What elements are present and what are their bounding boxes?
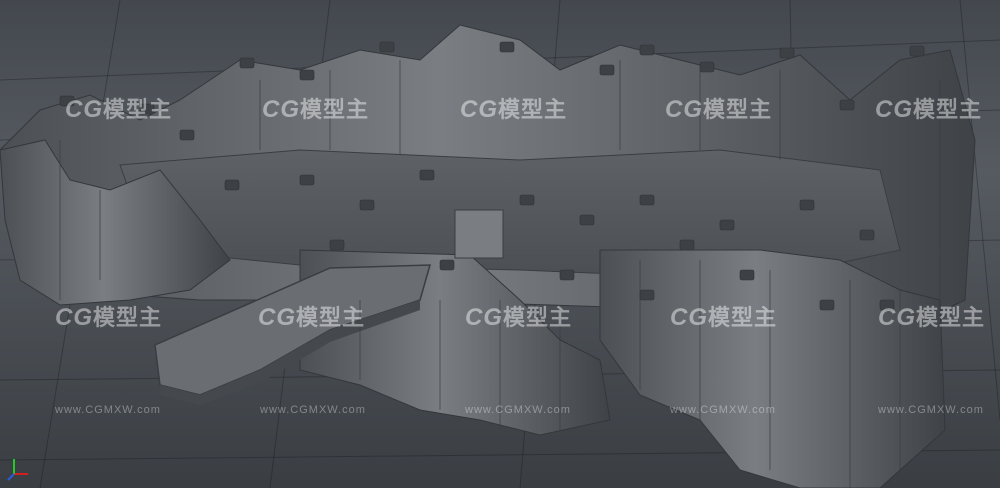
watermark-logo: CG模型主 <box>670 304 778 331</box>
watermark-url: www.CGMXW.com <box>55 404 161 416</box>
xyz-axis-icon <box>7 459 28 481</box>
watermark-logo: CG模型主 <box>878 304 986 331</box>
watermark-logo: CG模型主 <box>875 96 983 123</box>
watermark-url: www.CGMXW.com <box>670 404 776 416</box>
watermark-logo: CG模型主 <box>665 96 773 123</box>
watermark-url: www.CGMXW.com <box>260 404 366 416</box>
watermark-logo: CG模型主 <box>460 96 568 123</box>
maya-3d-viewport[interactable]: CG模型主 CG模型主 CG模型主 CG模型主 CG模型主 CG模型主 CG模型… <box>0 0 1000 488</box>
watermark-logo: CG模型主 <box>55 304 163 331</box>
watermark-logo: CG模型主 <box>65 96 173 123</box>
watermark-url: www.CGMXW.com <box>465 404 571 416</box>
watermark-logo: CG模型主 <box>258 304 366 331</box>
watermark-logo: CG模型主 <box>262 96 370 123</box>
watermark-logo: CG模型主 <box>465 304 573 331</box>
center-pillar <box>454 209 504 259</box>
watermark-url: www.CGMXW.com <box>878 404 984 416</box>
